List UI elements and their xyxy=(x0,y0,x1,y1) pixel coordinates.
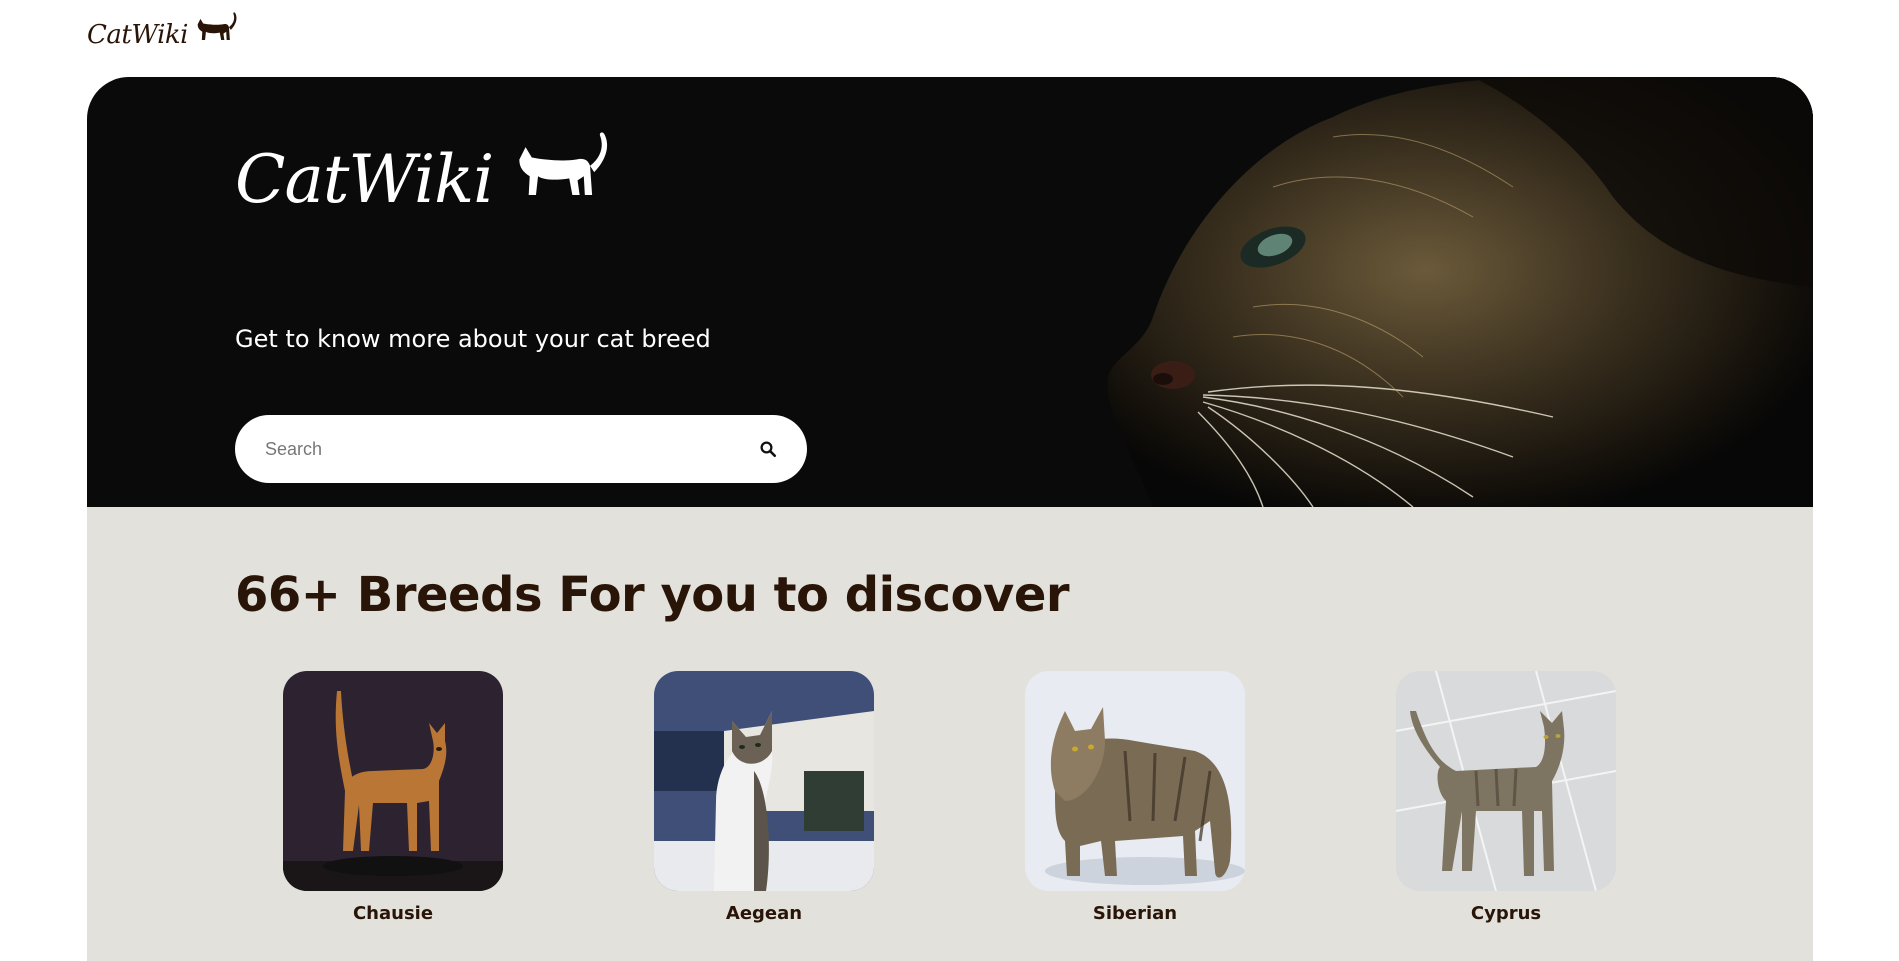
hero-tagline: Get to know more about your cat breed xyxy=(235,325,711,353)
cat-silhouette-icon xyxy=(519,132,608,195)
breeds-section-title: 66+ Breeds For you to discover xyxy=(235,567,1070,623)
breed-name: Chausie xyxy=(352,903,434,924)
breed-name: Cyprus xyxy=(1470,903,1542,924)
breed-name: Siberian xyxy=(1092,903,1178,924)
breeds-section: 66+ Breeds For you to discover Chausie A… xyxy=(87,507,1813,961)
breed-image[interactable] xyxy=(283,671,503,891)
search-input[interactable] xyxy=(263,437,757,461)
breed-card-cyprus[interactable]: Cyprus xyxy=(1396,671,1616,924)
hero-banner: CatWiki Get to know more about your cat … xyxy=(87,77,1813,507)
header-logo[interactable]: CatWiki xyxy=(87,10,240,48)
header-logo-text: CatWiki xyxy=(87,20,189,50)
breed-card-aegean[interactable]: Aegean xyxy=(654,671,874,924)
cat-silhouette-icon xyxy=(197,12,237,41)
cat-profile-photo xyxy=(953,77,1813,507)
breed-card-siberian[interactable]: Siberian xyxy=(1025,671,1245,924)
breed-image[interactable] xyxy=(1025,671,1245,891)
search-bar[interactable] xyxy=(235,415,807,483)
search-icon[interactable] xyxy=(757,438,779,460)
breed-card-chausie[interactable]: Chausie xyxy=(283,671,503,924)
breed-image[interactable] xyxy=(654,671,874,891)
hero-logo-text: CatWiki xyxy=(235,141,494,218)
hero-logo: CatWiki xyxy=(235,127,615,213)
breed-name: Aegean xyxy=(725,903,803,924)
breed-image[interactable] xyxy=(1396,671,1616,891)
